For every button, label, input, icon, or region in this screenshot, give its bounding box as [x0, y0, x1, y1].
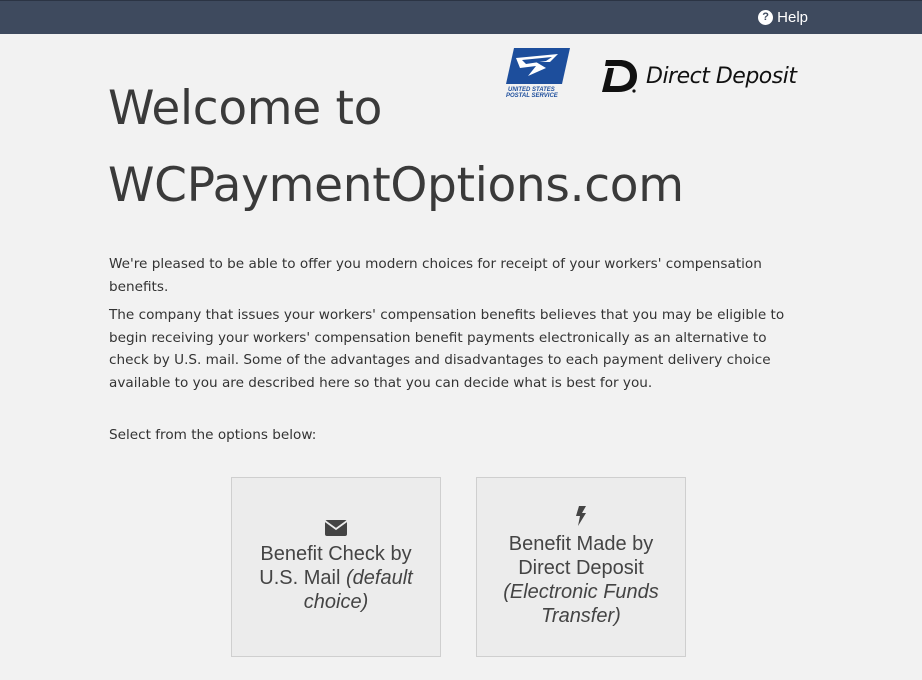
direct-deposit-option-title: Benefit Made by Direct Deposit: [508, 533, 654, 579]
help-link[interactable]: ? Help: [758, 9, 808, 26]
direct-deposit-option-sub: (Electronic Funds Transfer): [503, 581, 659, 627]
intro-paragraph: We're pleased to be able to offer you mo…: [109, 256, 762, 295]
direct-deposit-option-button[interactable]: Benefit Made by Direct Deposit (Electron…: [476, 477, 686, 657]
top-nav-bar: ? Help: [0, 0, 922, 34]
page-title: Welcome to WCPaymentOptions.com: [108, 70, 808, 224]
description-paragraph: The company that issues your workers' co…: [109, 307, 785, 391]
mail-check-option-label: Benefit Check by U.S. Mail (default choi…: [232, 542, 440, 614]
page-title-line2: WCPaymentOptions.com: [108, 158, 684, 213]
envelope-icon: [325, 520, 347, 536]
select-prompt: Select from the options below:: [109, 427, 317, 443]
direct-deposit-option-label: Benefit Made by Direct Deposit (Electron…: [477, 532, 685, 628]
bolt-icon: [576, 506, 586, 526]
main-content: UNITED STATES POSTAL SERVICE Direct Depo…: [0, 34, 922, 680]
help-label: Help: [777, 9, 808, 26]
page-title-line1: Welcome to: [108, 81, 383, 136]
question-circle-icon: ?: [758, 10, 774, 25]
mail-check-option-button[interactable]: Benefit Check by U.S. Mail (default choi…: [231, 477, 441, 657]
